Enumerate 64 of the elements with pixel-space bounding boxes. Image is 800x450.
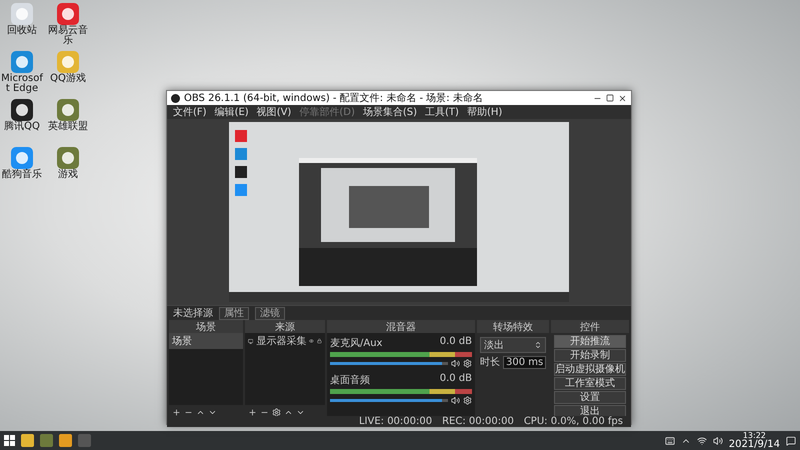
no-source-label: 未选择源 (173, 306, 213, 320)
settings-icon[interactable] (463, 396, 472, 405)
channel-name: 麦克风/Aux (330, 336, 382, 350)
spinner-icon (534, 341, 542, 349)
duration-label: 时长 (480, 356, 500, 369)
menu-item[interactable]: 视图(V) (256, 105, 292, 119)
speaker-icon[interactable] (451, 359, 460, 368)
add-icon[interactable] (172, 408, 181, 416)
dock-title: 来源 (275, 320, 295, 334)
lock-icon[interactable] (317, 337, 322, 345)
dock-title: 场景 (196, 320, 216, 334)
control-button[interactable]: 工作室模式 (554, 377, 626, 390)
desktop-icon-label[interactable]: 游戏 (46, 170, 90, 180)
duration-field[interactable]: 300 ms (503, 356, 546, 368)
rec-timer: REC: 00:00:00 (442, 416, 514, 427)
control-button[interactable]: 开始录制 (554, 349, 626, 362)
desktop-icon-label[interactable]: 网易云音乐 (46, 26, 90, 46)
cpu-fps-reading: CPU: 0.0%, 0.00 fps (524, 416, 623, 427)
taskbar-date: 2021/9/14 (728, 440, 780, 450)
network-icon[interactable] (696, 436, 707, 446)
desktop-icon-label[interactable]: QQ游戏 (46, 74, 90, 84)
volume-slider[interactable] (330, 362, 448, 365)
control-button[interactable]: 开始推流 (554, 335, 626, 348)
maximize-icon[interactable] (606, 94, 614, 102)
volume-slider[interactable] (330, 399, 448, 402)
monitor-icon (248, 336, 254, 346)
desktop-icon-label[interactable]: 腾讯QQ (0, 122, 44, 132)
taskbar-time: 13:22 (742, 432, 766, 440)
desktop-icon-label[interactable]: 酷狗音乐 (0, 170, 44, 180)
dock-title: 混音器 (386, 320, 416, 334)
add-icon[interactable] (248, 408, 257, 416)
volume-reading: 0.0 dB (440, 336, 472, 349)
window-title: OBS 26.1.1 (64-bit, windows) - 配置文件: 未命名 - 场景: 未命名 (184, 92, 484, 105)
menu-item[interactable]: 编辑(E) (214, 105, 249, 119)
close-icon[interactable] (618, 94, 627, 102)
scene-item[interactable]: 场景 (169, 333, 243, 349)
dock-title: 转场特效 (493, 320, 533, 334)
menu-item[interactable]: 场景集合(S) (362, 105, 418, 119)
app-logo-icon (171, 94, 180, 102)
keyboard-icon[interactable] (664, 436, 675, 446)
live-timer: LIVE: 00:00:00 (358, 416, 432, 427)
transition-select[interactable]: 淡出 (480, 337, 546, 353)
channel-name: 桌面音频 (330, 374, 370, 387)
control-button[interactable]: 设置 (554, 391, 626, 404)
control-button[interactable]: 启动虚拟摄像机 (554, 363, 626, 376)
desktop-icon-label[interactable]: Microsoft Edge (0, 74, 44, 94)
eye-icon[interactable] (309, 337, 314, 345)
settings-icon[interactable] (463, 359, 472, 368)
menu-item[interactable]: 工具(T) (425, 105, 459, 119)
notification-icon[interactable] (786, 436, 796, 446)
source-toolbar-button[interactable]: 属性 (219, 306, 249, 320)
volume-reading: 0.0 dB (440, 373, 472, 386)
app-icon[interactable] (10, 98, 34, 122)
start-icon[interactable] (4, 435, 15, 446)
menu-item[interactable]: 文件(F) (173, 105, 207, 119)
desktop-icon-label[interactable]: 回收站 (0, 26, 44, 36)
menu-item[interactable]: 帮助(H) (466, 105, 502, 119)
source-toolbar-button[interactable]: 滤镜 (255, 306, 285, 320)
dock-title: 控件 (580, 320, 600, 334)
speaker-icon[interactable] (451, 396, 460, 405)
speaker-icon[interactable] (712, 436, 723, 446)
desktop-icon-label[interactable]: 英雄联盟 (46, 122, 90, 132)
settings-icon[interactable] (272, 408, 281, 416)
source-item[interactable]: 显示器采集 (256, 334, 306, 348)
